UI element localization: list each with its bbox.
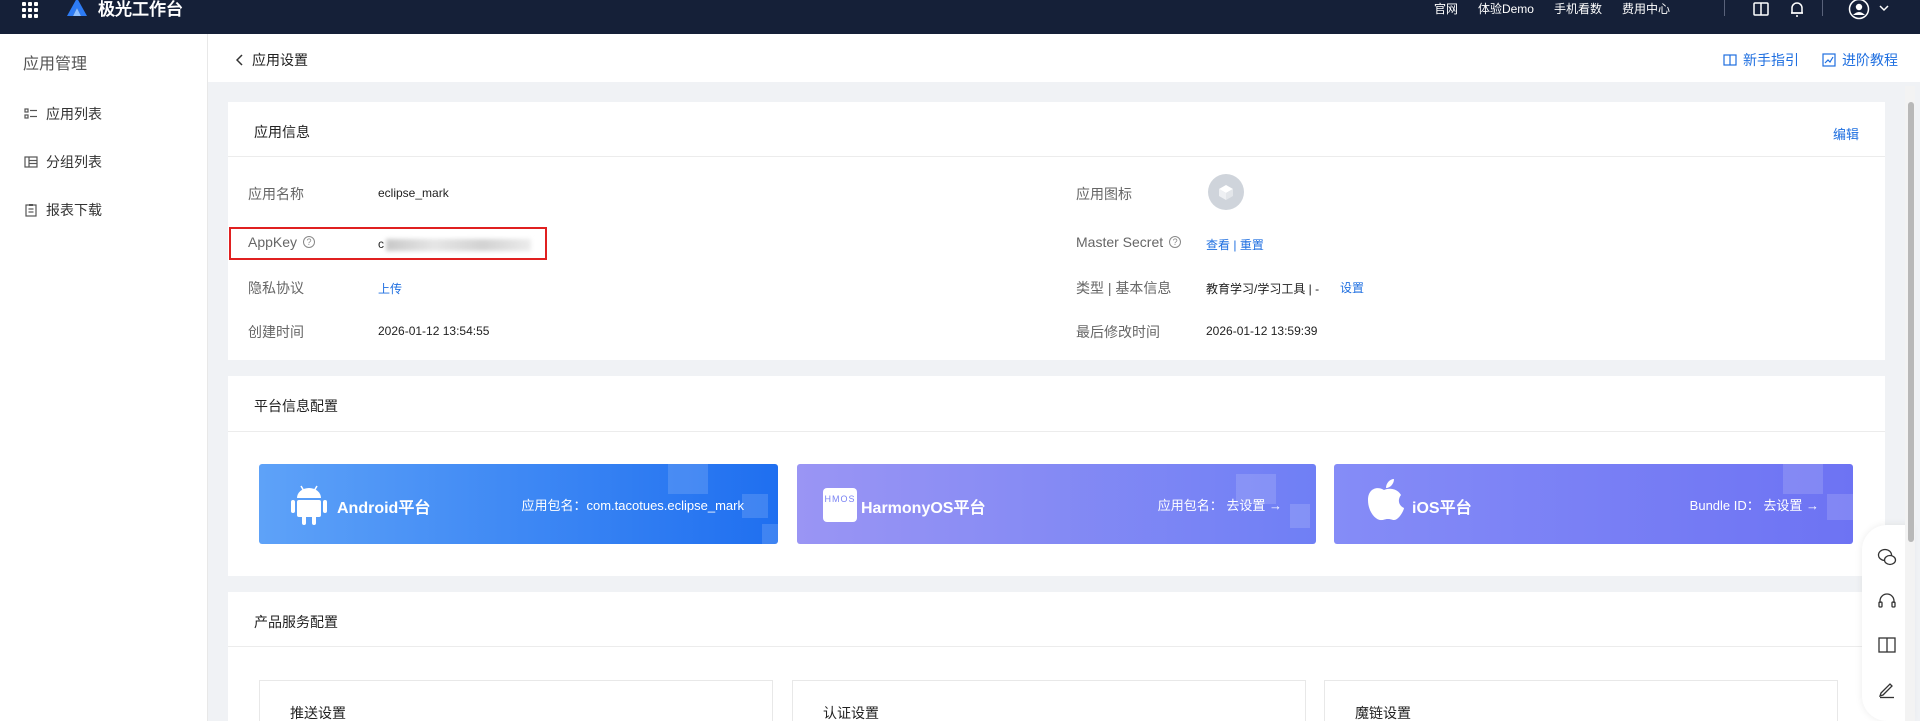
apps-grid-icon[interactable]: [22, 2, 38, 18]
beginner-guide-label: 新手指引: [1743, 52, 1799, 68]
edit-button[interactable]: 编辑: [1833, 124, 1859, 143]
platform-config-title: 平台信息配置: [254, 398, 338, 414]
platform-name: Android平台: [337, 500, 431, 517]
created-time-label: 创建时间: [248, 324, 304, 340]
category-value: 教育学习/学习工具 | -: [1206, 282, 1320, 296]
sidebar-item-label: 分组列表: [46, 154, 102, 170]
privacy-label: 隐私协议: [248, 280, 304, 296]
modified-time-value: 2026-01-12 13:59:39: [1206, 324, 1318, 338]
app-name-label: 应用名称: [248, 186, 304, 202]
help-icon[interactable]: ?: [1169, 236, 1182, 248]
platform-bundle-setup-link[interactable]: Bundle ID： 去设置 →: [1690, 495, 1819, 514]
nav-mobile-data[interactable]: 手机看数: [1554, 2, 1602, 16]
chart-trend-icon: [1822, 53, 1836, 67]
book-icon: [1723, 54, 1737, 66]
advanced-tutorial-label: 进阶教程: [1842, 52, 1898, 68]
page-header: 应用设置 新手指引 进阶教程: [208, 34, 1920, 82]
group-table-icon: [24, 156, 38, 168]
ios-platform-tile[interactable]: iOS平台 Bundle ID： 去设置 →: [1334, 464, 1853, 544]
privacy-upload-link[interactable]: 上传: [378, 280, 402, 297]
nav-demo[interactable]: 体验Demo: [1478, 2, 1534, 16]
advanced-tutorial-link[interactable]: 进阶教程: [1822, 50, 1898, 70]
push-settings-tile[interactable]: 推送设置: [259, 680, 773, 721]
page-scrollbar-thumb[interactable]: [1908, 102, 1914, 542]
headset-icon[interactable]: [1877, 591, 1897, 611]
app-name-value: eclipse_mark: [378, 186, 449, 200]
report-icon: [25, 204, 37, 217]
master-secret-actions: 查看 | 重置: [1206, 236, 1264, 253]
app-info-title: 应用信息: [254, 124, 310, 140]
app-icon-label: 应用图标: [1076, 186, 1132, 202]
category-settings-link[interactable]: 设置: [1340, 279, 1364, 296]
product-label: 魔链设置: [1355, 705, 1411, 721]
appkey-highlight-box: [229, 227, 547, 260]
magic-link-settings-tile[interactable]: 魔链设置: [1324, 680, 1838, 721]
modified-time-label: 最后修改时间: [1076, 324, 1160, 340]
list-icon: [24, 108, 37, 119]
product-config-title: 产品服务配置: [254, 614, 338, 630]
product-label: 推送设置: [290, 705, 346, 721]
divider: [228, 431, 1885, 432]
book-open-icon[interactable]: [1877, 635, 1897, 655]
category-label: 类型 | 基本信息: [1076, 280, 1172, 296]
view-secret-link[interactable]: 查看: [1206, 238, 1230, 252]
platform-package-setup-link[interactable]: 应用包名： 去设置 →: [1158, 495, 1282, 514]
cube-icon: [1219, 185, 1233, 200]
divider: [1822, 0, 1823, 16]
jiguang-logo-icon: [67, 0, 87, 16]
android-platform-tile[interactable]: Android平台 应用包名：com.tacotues.eclipse_mark: [259, 464, 778, 544]
harmonyos-logo-icon: HMOS: [823, 488, 857, 522]
nav-billing[interactable]: 费用中心: [1622, 2, 1670, 16]
edit-pen-icon[interactable]: [1877, 679, 1897, 699]
book-icon[interactable]: [1752, 0, 1770, 18]
sidebar-item-app-list[interactable]: 应用列表: [24, 104, 102, 124]
apple-icon: [1368, 479, 1404, 521]
top-navigation-bar: 极光工作台 官网 体验Demo 手机看数 费用中心: [0, 0, 1920, 34]
master-secret-label: Master Secret ?: [1076, 234, 1182, 250]
sidebar-title: 应用管理: [23, 56, 88, 73]
divider: [228, 156, 1885, 157]
platform-name: iOS平台: [1412, 500, 1472, 517]
auth-settings-tile[interactable]: 认证设置: [792, 680, 1306, 721]
bell-icon[interactable]: [1788, 0, 1806, 18]
back-button[interactable]: 应用设置: [236, 50, 308, 70]
chevron-down-icon[interactable]: [1878, 2, 1890, 14]
beginner-guide-link[interactable]: 新手指引: [1723, 50, 1799, 70]
divider: [228, 646, 1885, 647]
divider: [1724, 0, 1725, 16]
reset-secret-link[interactable]: 重置: [1240, 238, 1264, 252]
wechat-icon[interactable]: [1877, 547, 1897, 567]
brand-title[interactable]: 极光工作台: [98, 0, 183, 20]
platform-name: HarmonyOS平台: [861, 500, 986, 517]
sidebar: 应用管理 应用列表 分组列表 报表下载: [0, 34, 208, 721]
sidebar-item-label: 报表下载: [46, 202, 102, 218]
android-icon: [291, 485, 327, 525]
sidebar-item-report-download[interactable]: 报表下载: [24, 200, 102, 220]
chevron-left-icon: [236, 54, 243, 66]
product-label: 认证设置: [823, 705, 879, 721]
harmonyos-platform-tile[interactable]: HMOS HarmonyOS平台 应用包名： 去设置 →: [797, 464, 1316, 544]
user-avatar-icon[interactable]: [1848, 0, 1870, 20]
sidebar-item-group-list[interactable]: 分组列表: [24, 152, 102, 172]
app-icon-placeholder[interactable]: [1208, 174, 1244, 210]
platform-package: 应用包名：com.tacotues.eclipse_mark: [521, 498, 744, 513]
nav-official-site[interactable]: 官网: [1434, 2, 1458, 16]
top-nav-links: 官网 体验Demo 手机看数 费用中心: [1434, 2, 1670, 16]
created-time-value: 2026-01-12 13:54:55: [378, 324, 490, 338]
sidebar-item-label: 应用列表: [46, 106, 102, 122]
page-title: 应用设置: [252, 52, 308, 68]
separator: |: [1233, 238, 1237, 252]
